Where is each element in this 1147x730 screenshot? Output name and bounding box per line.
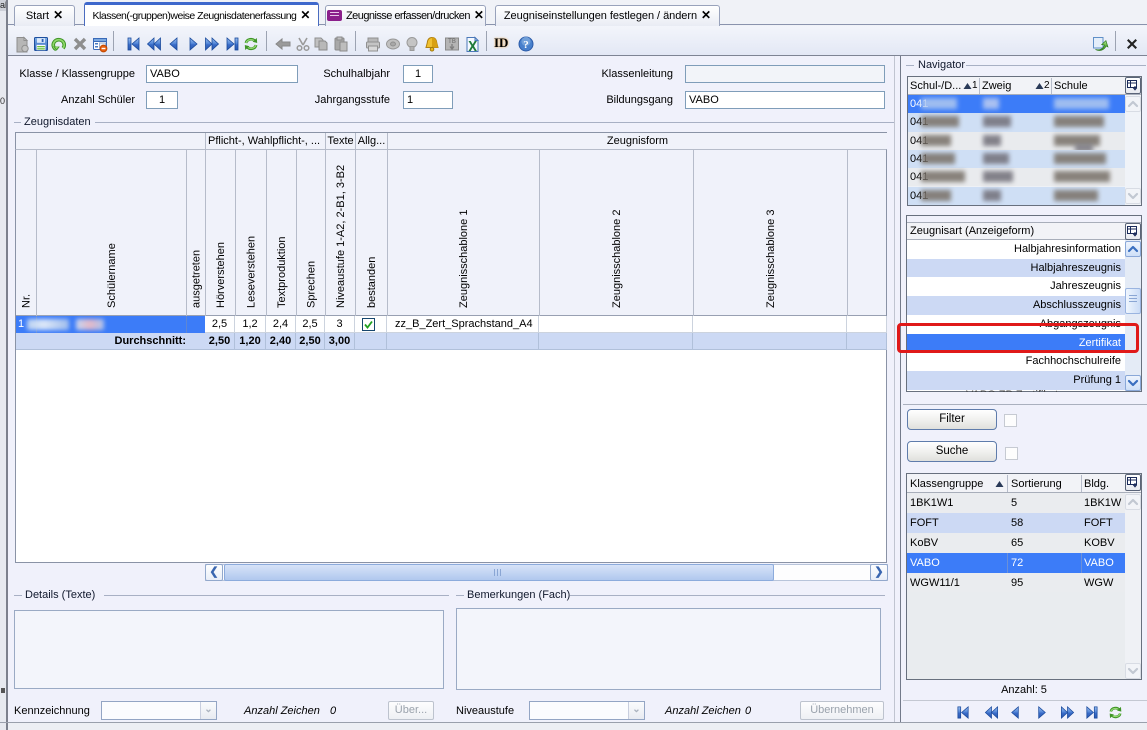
svg-text:Zeugnisschablone 3: Zeugnisschablone 3 — [765, 210, 777, 308]
svg-text:Zeugnisschablone 1: Zeugnisschablone 1 — [458, 210, 470, 308]
svg-text:ausgetreten: ausgetreten — [191, 250, 203, 308]
svg-text:Leseverstehen: Leseverstehen — [246, 236, 258, 308]
svg-text:Nr.: Nr. — [21, 294, 33, 308]
svg-text:Hörverstehen: Hörverstehen — [215, 242, 227, 308]
svg-text:Textproduktion: Textproduktion — [276, 236, 288, 308]
svg-text:?: ? — [523, 39, 529, 51]
svg-text:bestanden: bestanden — [366, 257, 378, 308]
svg-text:Sprechen: Sprechen — [306, 261, 318, 308]
svg-text:Zeugnisschablone 2: Zeugnisschablone 2 — [611, 210, 623, 308]
svg-text:Schülername: Schülername — [106, 243, 118, 308]
svg-text:Niveaustufe 1-A2, 2-B1, 3-B2: Niveaustufe 1-A2, 2-B1, 3-B2 — [335, 165, 347, 308]
